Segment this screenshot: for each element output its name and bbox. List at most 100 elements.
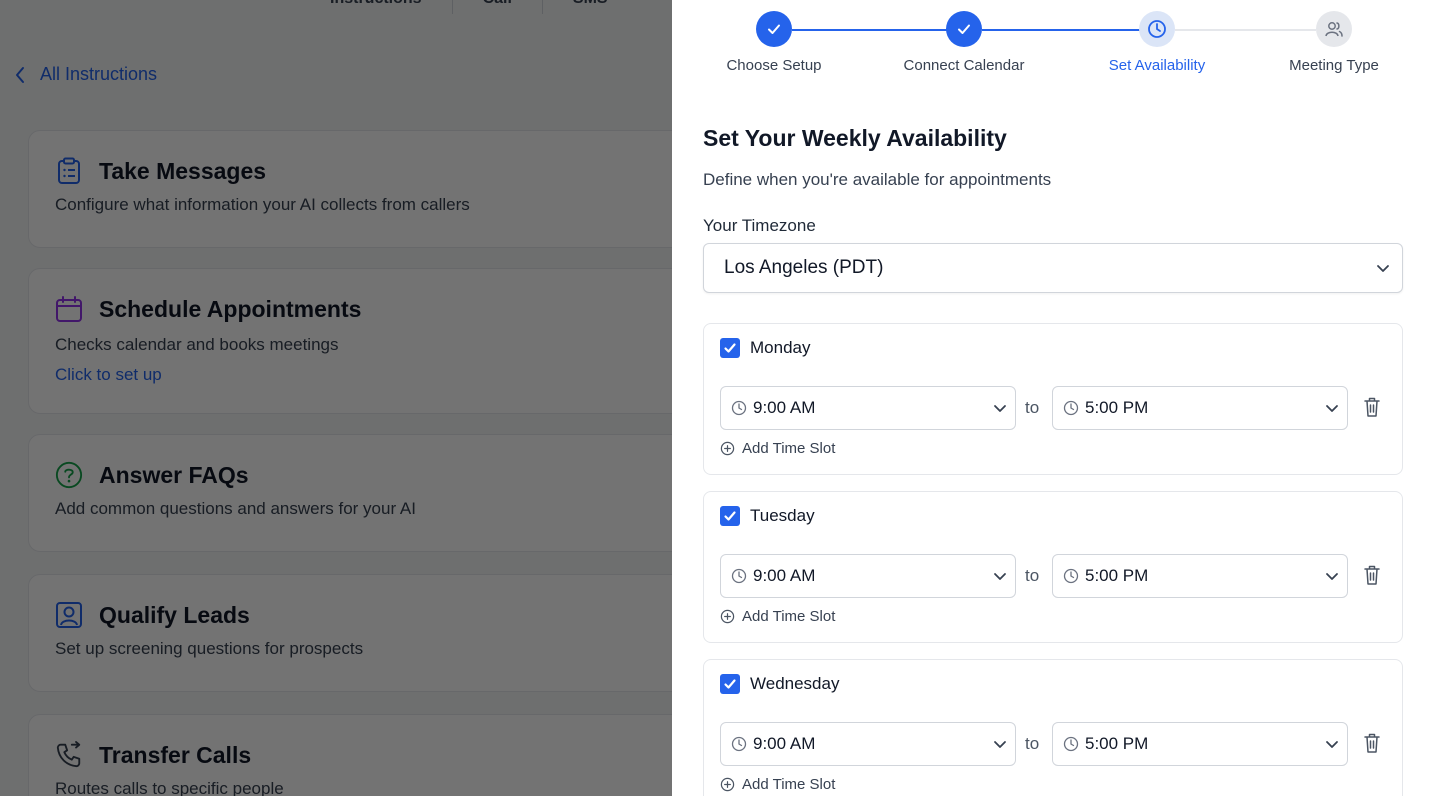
start-time-value: 9:00 AM bbox=[753, 734, 816, 753]
user-square-icon bbox=[55, 601, 83, 629]
chevron-down-icon bbox=[1326, 405, 1338, 412]
step-meeting-type-label: Meeting Type bbox=[1289, 57, 1379, 74]
plus-circle-icon bbox=[720, 441, 735, 456]
add-time-slot-label: Add Time Slot bbox=[742, 776, 836, 793]
add-time-slot-label: Add Time Slot bbox=[742, 608, 836, 625]
tab-instructions[interactable]: Instructions bbox=[300, 0, 453, 14]
day-checkbox-wednesday[interactable] bbox=[720, 674, 740, 694]
check-icon bbox=[724, 511, 736, 521]
day-card-wednesday: Wednesday 9:00 AM to 5:00 PM Add Time Sl… bbox=[703, 659, 1403, 796]
add-time-slot-button[interactable]: Add Time Slot bbox=[720, 608, 835, 625]
card-description: Configure what information your AI colle… bbox=[55, 195, 470, 214]
background-page: Instructions Call SMS All Instructions T… bbox=[0, 0, 672, 796]
clipboard-list-icon bbox=[55, 157, 83, 185]
check-icon bbox=[724, 343, 736, 353]
day-card-monday: Monday 9:00 AM to 5:00 PM Add Time Slot bbox=[703, 323, 1403, 475]
card-title: Take Messages bbox=[99, 157, 267, 184]
end-time-select[interactable]: 5:00 PM bbox=[1052, 386, 1348, 430]
clock-icon bbox=[731, 400, 747, 416]
start-time-value: 9:00 AM bbox=[753, 398, 816, 417]
to-label: to bbox=[1025, 398, 1040, 417]
top-tabs: Instructions Call SMS bbox=[300, 0, 638, 14]
step-meeting-type-indicator[interactable] bbox=[1316, 11, 1352, 47]
timezone-select[interactable]: Los Angeles (PDT) bbox=[703, 243, 1403, 293]
instruction-card-qualify-leads[interactable]: Qualify Leads Set up screening questions… bbox=[28, 574, 672, 692]
card-title: Transfer Calls bbox=[99, 741, 252, 768]
day-name: Wednesday bbox=[750, 674, 840, 693]
section-title: Set Your Weekly Availability bbox=[703, 125, 1007, 151]
clock-icon bbox=[1063, 736, 1079, 752]
start-time-value: 9:00 AM bbox=[753, 566, 816, 585]
to-label: to bbox=[1025, 566, 1040, 585]
card-title: Qualify Leads bbox=[99, 601, 250, 628]
step-connect-calendar-indicator[interactable] bbox=[946, 11, 982, 47]
step-connect-calendar-label: Connect Calendar bbox=[903, 57, 1025, 74]
day-checkbox-tuesday[interactable] bbox=[720, 506, 740, 526]
users-icon bbox=[1325, 22, 1343, 37]
clock-icon bbox=[731, 736, 747, 752]
plus-circle-icon bbox=[720, 609, 735, 624]
step-choose-setup-label: Choose Setup bbox=[726, 57, 822, 74]
to-label: to bbox=[1025, 734, 1040, 753]
end-time-value: 5:00 PM bbox=[1085, 566, 1149, 585]
chevron-down-icon bbox=[1377, 265, 1389, 272]
step-connector bbox=[792, 29, 948, 31]
trash-icon[interactable] bbox=[1362, 564, 1382, 586]
step-set-availability-label: Set Availability bbox=[1108, 57, 1206, 74]
setup-stepper: Choose Setup Connect Calendar Set Availa… bbox=[672, 0, 1430, 90]
trash-icon[interactable] bbox=[1362, 732, 1382, 754]
start-time-select[interactable]: 9:00 AM bbox=[720, 386, 1016, 430]
add-time-slot-label: Add Time Slot bbox=[742, 440, 836, 457]
card-description: Routes calls to specific people bbox=[55, 779, 284, 796]
end-time-value: 5:00 PM bbox=[1085, 734, 1149, 753]
calendar-icon bbox=[55, 295, 83, 323]
chevron-down-icon bbox=[994, 741, 1006, 748]
step-choose-setup-indicator[interactable] bbox=[756, 11, 792, 47]
back-to-instructions-link[interactable]: All Instructions bbox=[14, 64, 157, 85]
timezone-value: Los Angeles (PDT) bbox=[724, 257, 884, 278]
add-time-slot-button[interactable]: Add Time Slot bbox=[720, 776, 835, 793]
step-connector bbox=[982, 29, 1140, 31]
end-time-select[interactable]: 5:00 PM bbox=[1052, 554, 1348, 598]
chevron-down-icon bbox=[994, 573, 1006, 580]
chevron-down-icon bbox=[1326, 573, 1338, 580]
check-icon bbox=[958, 24, 970, 34]
plus-circle-icon bbox=[720, 777, 735, 792]
day-checkbox-monday[interactable] bbox=[720, 338, 740, 358]
phone-forward-icon bbox=[55, 741, 83, 769]
back-link-label: All Instructions bbox=[40, 64, 158, 84]
chevron-down-icon bbox=[994, 405, 1006, 412]
clock-icon bbox=[1063, 568, 1079, 584]
trash-icon[interactable] bbox=[1362, 396, 1382, 418]
day-name: Tuesday bbox=[750, 506, 815, 525]
check-icon bbox=[724, 679, 736, 689]
tab-sms[interactable]: SMS bbox=[543, 0, 638, 14]
clock-icon bbox=[731, 568, 747, 584]
chevron-left-icon bbox=[16, 66, 24, 83]
day-card-tuesday: Tuesday 9:00 AM to 5:00 PM Add Time Slot bbox=[703, 491, 1403, 643]
instruction-card-answer-faqs[interactable]: Answer FAQs Add common questions and ans… bbox=[28, 434, 672, 552]
end-time-select[interactable]: 5:00 PM bbox=[1052, 722, 1348, 766]
end-time-value: 5:00 PM bbox=[1085, 398, 1149, 417]
card-description: Checks calendar and books meetings bbox=[55, 335, 339, 354]
clock-icon bbox=[1063, 400, 1079, 416]
start-time-select[interactable]: 9:00 AM bbox=[720, 722, 1016, 766]
add-time-slot-button[interactable]: Add Time Slot bbox=[720, 440, 835, 457]
instruction-card-schedule-appointments[interactable]: Schedule Appointments Checks calendar an… bbox=[28, 268, 672, 414]
card-description: Set up screening questions for prospects bbox=[55, 639, 364, 658]
clock-icon bbox=[1148, 20, 1166, 38]
card-title: Schedule Appointments bbox=[99, 295, 362, 322]
chevron-down-icon bbox=[1326, 741, 1338, 748]
check-icon bbox=[768, 24, 780, 34]
question-circle-icon bbox=[55, 461, 83, 489]
tab-call[interactable]: Call bbox=[453, 0, 543, 14]
setup-panel: Choose Setup Connect Calendar Set Availa… bbox=[672, 0, 1430, 796]
click-to-set-up-link[interactable]: Click to set up bbox=[55, 365, 162, 385]
card-title: Answer FAQs bbox=[99, 461, 249, 488]
instruction-card-transfer-calls[interactable]: Transfer Calls Routes calls to specific … bbox=[28, 714, 672, 796]
step-set-availability-indicator[interactable] bbox=[1139, 11, 1175, 47]
section-description: Define when you're available for appoint… bbox=[703, 170, 1052, 189]
instruction-card-take-messages[interactable]: Take Messages Configure what information… bbox=[28, 130, 672, 248]
step-connector bbox=[1175, 29, 1316, 31]
start-time-select[interactable]: 9:00 AM bbox=[720, 554, 1016, 598]
